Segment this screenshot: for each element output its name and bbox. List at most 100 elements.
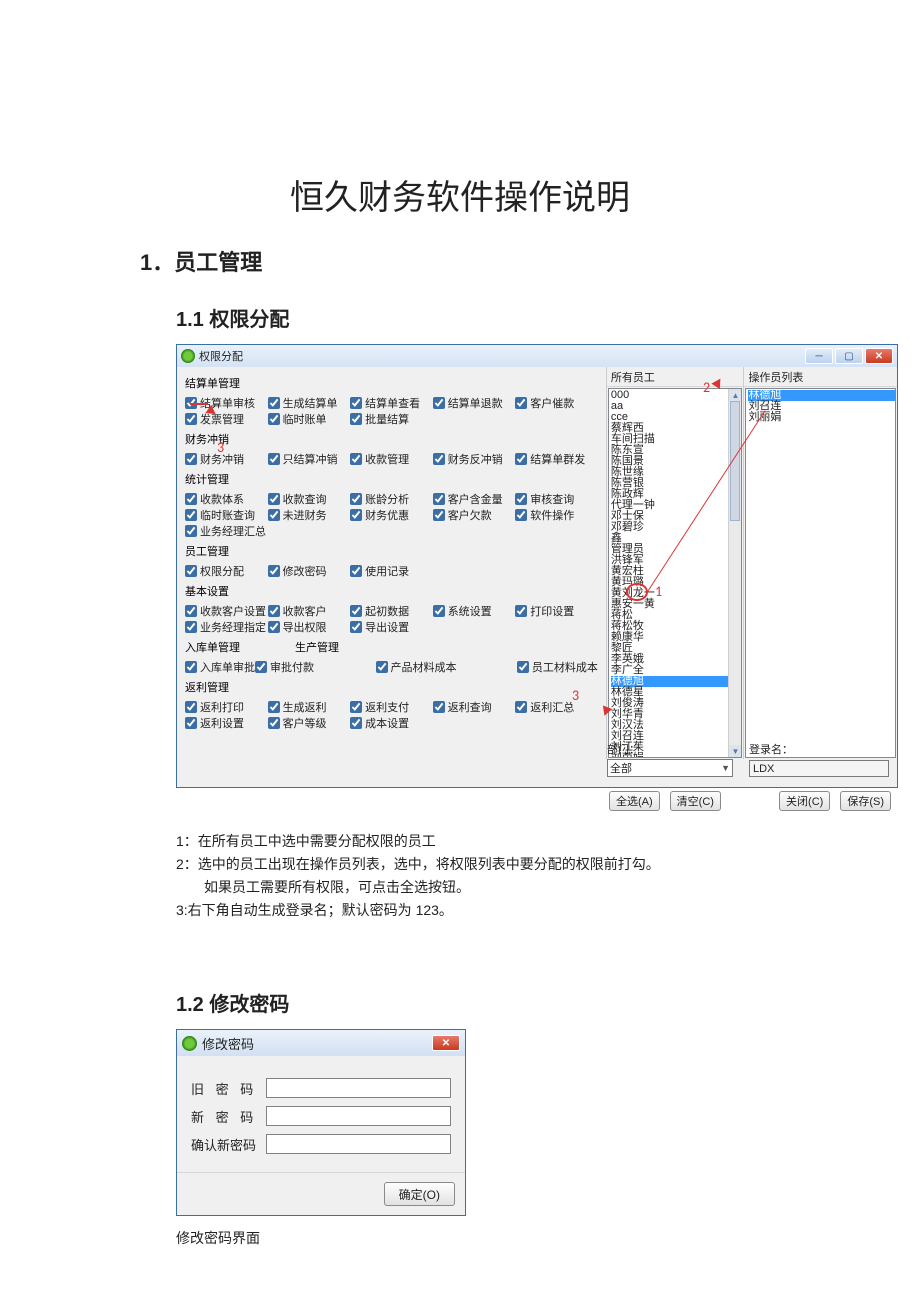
checkbox[interactable] (268, 565, 280, 577)
perm-checkbox[interactable]: 生成结算单 (268, 395, 351, 411)
new-password-input[interactable] (266, 1106, 451, 1126)
perm-checkbox[interactable]: 使用记录 (350, 563, 433, 579)
list-item[interactable]: 000 (611, 390, 742, 401)
checkbox[interactable] (255, 661, 267, 673)
dept-combo[interactable]: 全部 ▼ (607, 759, 733, 777)
close-button[interactable]: ✕ (432, 1035, 460, 1051)
checkbox[interactable] (433, 701, 445, 713)
checkbox[interactable] (268, 509, 280, 521)
checkbox[interactable] (350, 509, 362, 521)
checkbox[interactable] (350, 717, 362, 729)
perm-checkbox[interactable]: 修改密码 (268, 563, 351, 579)
old-password-input[interactable] (266, 1078, 451, 1098)
perm-checkbox[interactable]: 发票管理 (185, 411, 268, 427)
perm-checkbox[interactable]: 临时账查询 (185, 507, 268, 523)
ok-button[interactable]: 确定(O) (384, 1182, 455, 1206)
scroll-down-icon[interactable]: ▼ (729, 745, 741, 757)
minimize-button[interactable]: ─ (805, 348, 833, 364)
checkbox[interactable] (350, 621, 362, 633)
checkbox[interactable] (185, 453, 197, 465)
checkbox[interactable] (350, 493, 362, 505)
perm-checkbox[interactable]: 财务冲销 (185, 451, 268, 467)
checkbox[interactable] (515, 605, 527, 617)
scrollbar[interactable]: ▲ ▼ (728, 389, 741, 757)
select-all-button[interactable]: 全选(A) (609, 791, 660, 811)
checkbox[interactable] (268, 621, 280, 633)
perm-checkbox[interactable]: 账龄分析 (350, 491, 433, 507)
perm-checkbox[interactable]: 收款体系 (185, 491, 268, 507)
window-titlebar[interactable]: 权限分配 ─ ▢ ✕ (177, 345, 897, 367)
perm-checkbox[interactable]: 入库单审批 (185, 659, 255, 675)
perm-checkbox[interactable]: 导出权限 (268, 619, 351, 635)
perm-checkbox[interactable]: 临时账单 (268, 411, 351, 427)
perm-checkbox[interactable]: 成本设置 (350, 715, 433, 731)
perm-checkbox[interactable]: 返利设置 (185, 715, 268, 731)
perm-checkbox[interactable]: 打印设置 (515, 603, 598, 619)
checkbox[interactable] (268, 413, 280, 425)
checkbox[interactable] (350, 605, 362, 617)
checkbox[interactable] (268, 717, 280, 729)
close-btn[interactable]: 关闭(C) (779, 791, 830, 811)
checkbox[interactable] (185, 565, 197, 577)
perm-checkbox[interactable]: 起初数据 (350, 603, 433, 619)
checkbox[interactable] (185, 701, 197, 713)
perm-checkbox[interactable]: 收款客户设置 (185, 603, 268, 619)
checkbox[interactable] (185, 493, 197, 505)
checkbox[interactable] (433, 453, 445, 465)
checkbox[interactable] (515, 509, 527, 521)
checkbox[interactable] (185, 605, 197, 617)
checkbox[interactable] (268, 453, 280, 465)
perm-checkbox[interactable]: 结算单查看 (350, 395, 433, 411)
perm-checkbox[interactable]: 审核查询 (515, 491, 598, 507)
checkbox[interactable] (268, 397, 280, 409)
perm-checkbox[interactable]: 客户含金量 (433, 491, 516, 507)
checkbox[interactable] (268, 493, 280, 505)
maximize-button[interactable]: ▢ (835, 348, 863, 364)
perm-checkbox[interactable]: 批量结算 (350, 411, 433, 427)
perm-checkbox[interactable]: 生成返利 (268, 699, 351, 715)
checkbox[interactable] (350, 413, 362, 425)
perm-checkbox[interactable]: 员工材料成本 (517, 659, 598, 675)
checkbox[interactable] (350, 565, 362, 577)
list-item[interactable]: aa (611, 401, 742, 412)
checkbox[interactable] (350, 701, 362, 713)
checkbox[interactable] (433, 397, 445, 409)
checkbox[interactable] (185, 413, 197, 425)
perm-checkbox[interactable]: 返利查询 (433, 699, 516, 715)
checkbox[interactable] (515, 453, 527, 465)
perm-checkbox[interactable]: 财务反冲销 (433, 451, 516, 467)
perm-checkbox[interactable]: 返利打印 (185, 699, 268, 715)
checkbox[interactable] (268, 605, 280, 617)
checkbox[interactable] (268, 701, 280, 713)
checkbox[interactable] (350, 397, 362, 409)
perm-checkbox[interactable]: 结算单群发 (515, 451, 598, 467)
perm-checkbox[interactable]: 业务经理指定 (185, 619, 268, 635)
perm-checkbox[interactable]: 结算单退款 (433, 395, 516, 411)
perm-checkbox[interactable]: 未进财务 (268, 507, 351, 523)
perm-checkbox[interactable]: 导出设置 (350, 619, 433, 635)
perm-checkbox[interactable]: 业务经理汇总 (185, 523, 268, 539)
checkbox[interactable] (185, 621, 197, 633)
scroll-up-icon[interactable]: ▲ (729, 389, 741, 401)
perm-checkbox[interactable]: 软件操作 (515, 507, 598, 523)
list-item[interactable]: 邓碧珍 (611, 522, 742, 533)
employees-listbox[interactable]: 000aacce蔡辉西车间扫描陈东宣陈国景陈世缘陈营银陈政辉代理一钟邓士保邓碧珍… (608, 388, 743, 758)
window2-titlebar[interactable]: 修改密码 ✕ (177, 1030, 465, 1056)
checkbox[interactable] (515, 493, 527, 505)
perm-checkbox[interactable]: 系统设置 (433, 603, 516, 619)
perm-checkbox[interactable]: 返利支付 (350, 699, 433, 715)
checkbox[interactable] (185, 525, 197, 537)
checkbox[interactable] (515, 701, 527, 713)
checkbox[interactable] (350, 453, 362, 465)
perm-checkbox[interactable]: 审批付款 (255, 659, 315, 675)
checkbox[interactable] (185, 717, 197, 729)
perm-checkbox[interactable]: 客户催款 (515, 395, 598, 411)
clear-button[interactable]: 清空(C) (670, 791, 721, 811)
checkbox[interactable] (517, 661, 529, 673)
checkbox[interactable] (433, 493, 445, 505)
perm-checkbox[interactable]: 收款客户 (268, 603, 351, 619)
perm-checkbox[interactable]: 收款管理 (350, 451, 433, 467)
perm-checkbox[interactable]: 客户等级 (268, 715, 351, 731)
checkbox[interactable] (433, 605, 445, 617)
perm-checkbox[interactable]: 收款查询 (268, 491, 351, 507)
